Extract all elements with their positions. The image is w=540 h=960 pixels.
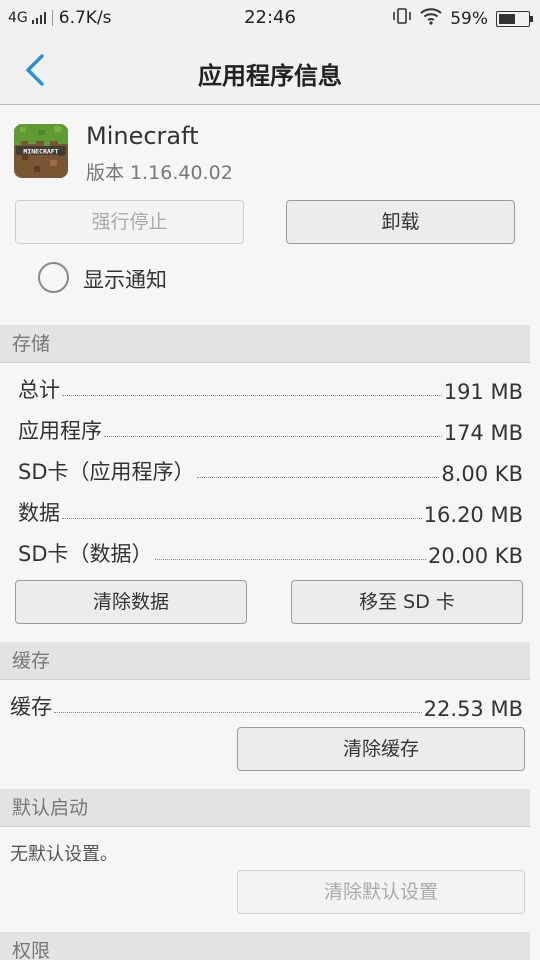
clear-cache-button[interactable]: 清除缓存: [237, 727, 525, 771]
row-label: 应用程序: [18, 419, 102, 443]
row-value: 191 MB: [443, 380, 523, 404]
dotted-leader: [104, 436, 442, 437]
uninstall-button[interactable]: 卸载: [286, 200, 515, 244]
permissions-section-header: 权限: [0, 932, 530, 960]
dotted-leader: [196, 477, 440, 478]
storage-section-header: 存储: [0, 325, 530, 363]
row-label: SD卡（应用程序）: [18, 460, 195, 484]
battery-icon: [496, 10, 533, 27]
no-default-text: 无默认设置。: [10, 844, 118, 865]
row-value: 174 MB: [443, 421, 523, 445]
force-stop-button[interactable]: 强行停止: [15, 200, 244, 244]
wifi-icon: [420, 7, 442, 30]
dotted-leader: [62, 395, 442, 396]
dotted-leader: [154, 559, 427, 560]
clear-data-button[interactable]: 清除数据: [15, 580, 247, 624]
title-bar: 应用程序信息: [0, 36, 540, 105]
storage-row-sd-app: SD卡（应用程序） 8.00 KB: [18, 454, 523, 486]
storage-row-sd-data: SD卡（数据） 20.00 KB: [18, 536, 523, 568]
move-to-sd-button[interactable]: 移至 SD 卡: [291, 580, 523, 624]
battery-fill: [499, 13, 515, 24]
row-value: 8.00 KB: [441, 462, 523, 486]
status-right: 59%: [392, 7, 533, 30]
row-value: 22.53 MB: [423, 697, 523, 721]
vibrate-icon: [392, 7, 412, 30]
page-title: 应用程序信息: [198, 62, 342, 90]
svg-text:MINECRAFT: MINECRAFT: [23, 148, 58, 156]
row-value: 16.20 MB: [423, 503, 523, 527]
storage-row-app: 应用程序 174 MB: [18, 413, 523, 445]
app-version: 版本 1.16.40.02: [86, 162, 233, 184]
row-label: 数据: [18, 501, 60, 525]
battery-percent: 59%: [450, 8, 488, 29]
row-label: 缓存: [10, 695, 52, 719]
status-bar: 4G 6.7K/s 22:46 59%: [0, 0, 540, 36]
storage-row-data: 数据 16.20 MB: [18, 495, 523, 527]
app-icon: MINECRAFT: [14, 124, 68, 178]
default-launch-section-header: 默认启动: [0, 789, 530, 827]
dotted-leader: [62, 518, 422, 519]
storage-row-total: 总计 191 MB: [18, 372, 523, 404]
row-label: SD卡（数据）: [18, 542, 153, 566]
app-name: Minecraft: [86, 122, 199, 150]
row-label: 总计: [18, 378, 60, 402]
notification-label: 显示通知: [83, 268, 167, 292]
notification-checkbox[interactable]: [38, 262, 69, 293]
dotted-leader: [54, 712, 422, 713]
row-value: 20.00 KB: [428, 544, 523, 568]
cache-row: 缓存 22.53 MB: [10, 689, 523, 721]
cache-section-header: 缓存: [0, 642, 530, 680]
clear-defaults-button[interactable]: 清除默认设置: [237, 870, 525, 914]
